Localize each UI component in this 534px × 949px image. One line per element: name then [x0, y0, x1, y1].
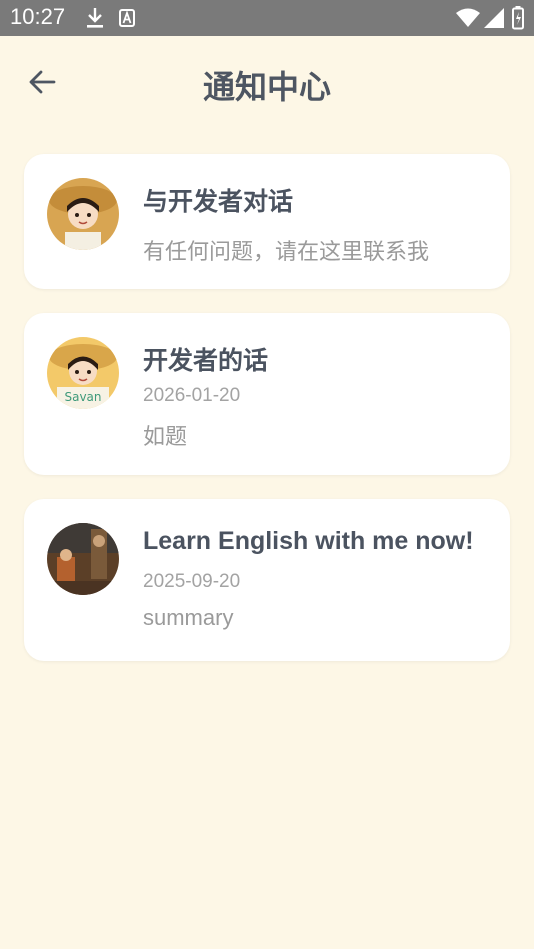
avatar [47, 523, 119, 595]
avatar: Savan [47, 337, 119, 409]
wifi-icon [456, 8, 480, 32]
notification-summary: summary [143, 605, 234, 630]
notification-title: Learn English with me now! [143, 527, 474, 555]
battery-icon [512, 6, 524, 34]
notification-title: 与开发者对话 [143, 187, 294, 216]
avatar-label: Savan [64, 390, 101, 404]
notification-card-learn-english[interactable]: Learn English with me now! 2025-09-20 su… [24, 499, 510, 661]
notification-subtitle: 有任何问题，请在这里联系我 [143, 240, 430, 265]
notification-title: 开发者的话 [143, 346, 269, 375]
download-icon [86, 7, 104, 33]
status-time: 10:27 [10, 4, 66, 29]
notification-date: 2026-01-20 [143, 385, 241, 406]
notification-card-developer-note[interactable]: Savan 开发者的话 2026-01-20 如题 [24, 313, 510, 475]
notification-summary: 如题 [143, 425, 188, 450]
avatar [47, 178, 119, 250]
status-bar: 10:27 [0, 0, 534, 36]
signal-icon [484, 8, 504, 32]
app-header: 通知中心 [0, 36, 534, 132]
notification-date: 2025-09-20 [143, 571, 241, 592]
page-title: 通知中心 [202, 68, 331, 106]
a-badge-icon [119, 9, 135, 31]
notification-card-developer-chat[interactable]: 与开发者对话 有任何问题，请在这里联系我 [24, 154, 510, 289]
